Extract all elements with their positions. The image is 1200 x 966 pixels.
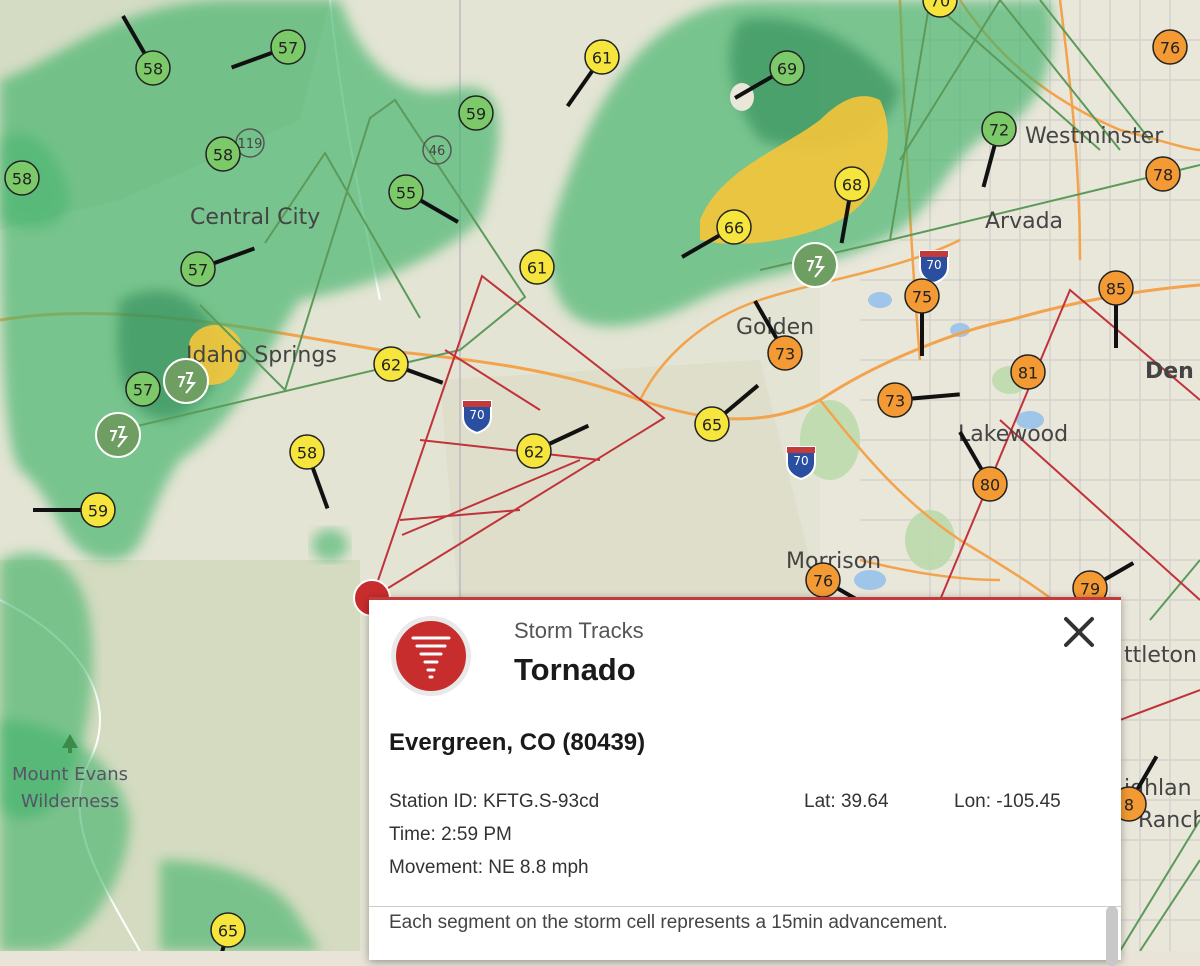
place-label: Idaho Springs xyxy=(186,343,337,368)
station-id: Station ID: KFTG.S-93cd xyxy=(389,791,600,812)
station-temperature: 78 xyxy=(1153,166,1173,185)
place-label: Arvada xyxy=(985,209,1063,234)
popup-note: Each segment on the storm cell represent… xyxy=(389,912,948,933)
station-temperature: 59 xyxy=(88,502,108,521)
popup-location: Evergreen, CO (80439) xyxy=(389,729,646,756)
station-marker[interactable]: 57 xyxy=(125,371,161,407)
station-temperature: 62 xyxy=(524,443,544,462)
place-label: Central City xyxy=(190,205,320,230)
station-temperature: 81 xyxy=(1018,364,1038,383)
highway-shield-label: 70 xyxy=(793,454,808,468)
station-marker[interactable]: 81 xyxy=(1010,354,1046,390)
close-button[interactable] xyxy=(1057,610,1101,654)
station-temperature: 76 xyxy=(813,572,833,591)
wilderness-label-line2: Wilderness xyxy=(21,791,119,812)
station-temperature: 66 xyxy=(724,219,744,238)
close-icon xyxy=(1064,617,1094,647)
station-temperature: 70 xyxy=(930,0,950,11)
popup-subtitle: Storm Tracks xyxy=(514,618,644,643)
station-temperature: 75 xyxy=(912,288,932,307)
station-temperature: 58 xyxy=(297,444,317,463)
place-label: Westminster xyxy=(1025,124,1164,149)
station-temperature: 58 xyxy=(213,146,233,165)
highway-shield-label: 70 xyxy=(469,408,484,422)
latitude: Lat: 39.64 xyxy=(804,791,889,812)
station-temperature: 58 xyxy=(12,170,32,189)
station-temperature: 69 xyxy=(777,60,797,79)
storm-popup: Storm Tracks Tornado Evergreen, CO (8043… xyxy=(369,597,1121,966)
place-label: Den xyxy=(1145,359,1194,384)
station-temperature: 68 xyxy=(842,176,862,195)
longitude: Lon: -105.45 xyxy=(954,791,1061,812)
popup-title: Tornado xyxy=(514,652,636,687)
station-temperature: 73 xyxy=(775,345,795,364)
place-label: Lakewood xyxy=(958,422,1068,447)
tornado-icon xyxy=(391,616,471,696)
station-temperature: 79 xyxy=(1080,580,1100,599)
place-label: ttleton xyxy=(1124,643,1197,668)
station-temperature: 65 xyxy=(218,922,238,941)
route-badge-label: 119 xyxy=(238,137,263,152)
station-temperature: 62 xyxy=(381,356,401,375)
place-label: Ranch xyxy=(1138,808,1200,833)
station-temperature: 61 xyxy=(592,49,612,68)
station-temperature: 55 xyxy=(396,184,416,203)
time: Time: 2:59 PM xyxy=(389,824,512,845)
popup-scrollbar[interactable] xyxy=(1106,906,1118,966)
movement: Movement: NE 8.8 mph xyxy=(389,857,589,878)
wilderness-label-line1: Mount Evans xyxy=(12,764,128,785)
station-temperature: 57 xyxy=(133,381,153,400)
divider xyxy=(369,906,1121,907)
station-temperature: 59 xyxy=(466,105,486,124)
station-temperature: 85 xyxy=(1106,280,1126,299)
station-marker[interactable]: 76 xyxy=(1152,29,1188,65)
station-temperature: 57 xyxy=(278,39,298,58)
station-marker[interactable]: 78 xyxy=(1145,156,1181,192)
highway-shield-label: 70 xyxy=(926,258,941,272)
station-temperature: 76 xyxy=(1160,39,1180,58)
station-temperature: 73 xyxy=(885,392,905,411)
station-marker[interactable]: 58 xyxy=(205,136,241,172)
station-temperature: 80 xyxy=(980,476,1000,495)
station-temperature: 65 xyxy=(702,416,722,435)
station-temperature: 57 xyxy=(188,261,208,280)
station-marker[interactable]: 61 xyxy=(519,249,555,285)
station-temperature: 61 xyxy=(527,259,547,278)
station-marker[interactable]: 58 xyxy=(4,160,40,196)
station-marker[interactable]: 59 xyxy=(458,95,494,131)
station-temperature: 58 xyxy=(143,60,163,79)
station-temperature: 72 xyxy=(989,121,1009,140)
route-badge-label: 46 xyxy=(429,144,446,159)
station-temperature: 8 xyxy=(1124,796,1134,815)
